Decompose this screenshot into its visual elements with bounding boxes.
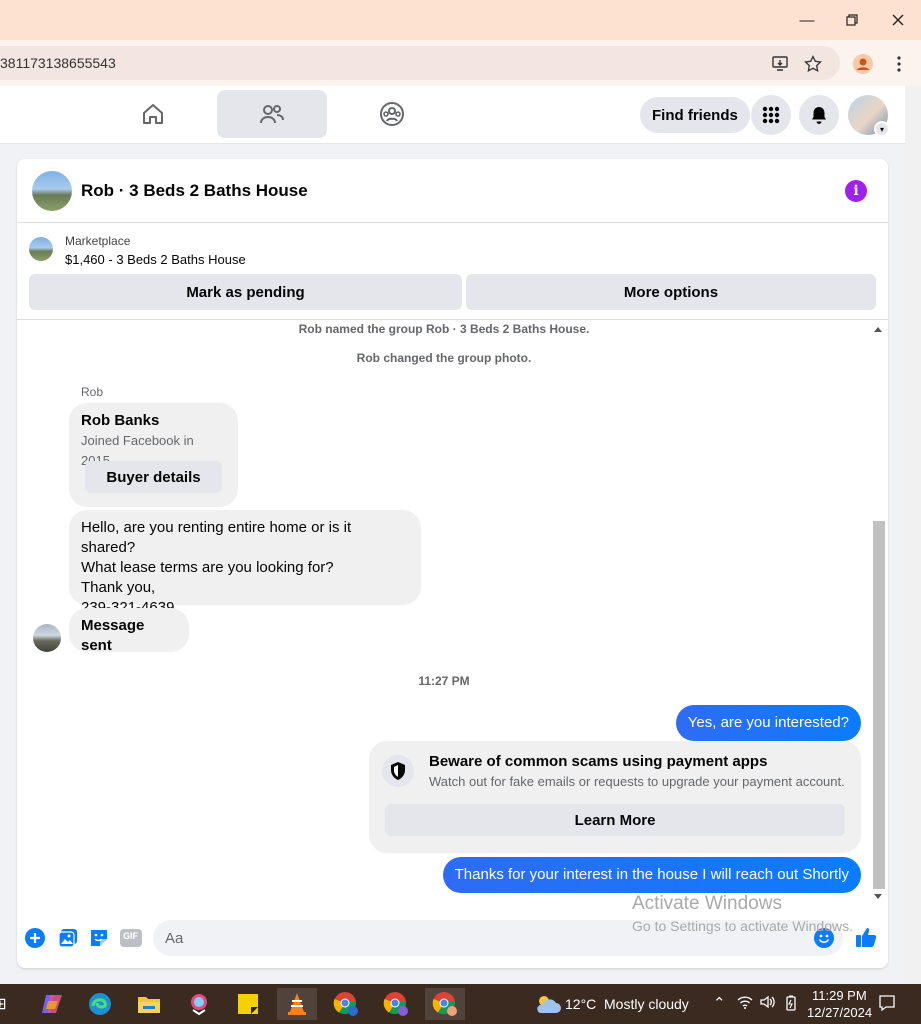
gif-icon[interactable]: GIF [120,928,142,948]
gif-label: GIF [123,931,138,941]
grid-icon [762,106,780,124]
home-tab[interactable] [98,90,208,138]
chrome-profile-c-icon[interactable] [425,988,465,1020]
learn-more-button[interactable]: Learn More [385,804,845,836]
sticky-notes-icon[interactable] [228,988,268,1020]
windows-taskbar: ⊞ 12°C Mostly cloudy ⌃ 11:29 PM 12/27/20… [0,984,921,1024]
weather-temperature[interactable]: 12°C [565,996,596,1012]
message-line: Thank you, [81,579,156,596]
snipping-tool-icon[interactable] [179,988,219,1020]
listing-price-title: $1,460 - 3 Beds 2 Baths House [65,252,246,267]
mark-as-pending-button[interactable]: Mark as pending [29,274,462,310]
system-message: Rob named the group Rob · 3 Beds 2 Baths… [298,322,590,336]
shield-icon [382,755,414,787]
bell-icon [812,107,826,124]
group-avatar[interactable] [32,171,72,211]
url-field[interactable]: 381173138655543 [0,46,840,80]
install-app-icon[interactable] [770,53,792,75]
minimize-icon[interactable]: — [785,6,829,34]
listing-thumbnail [29,237,53,261]
volume-icon[interactable] [760,995,776,1012]
page-scrollbar[interactable] [905,86,921,984]
close-icon[interactable] [876,6,920,34]
chat-title[interactable]: Rob · 3 Beds 2 Baths House [81,181,308,201]
photo-icon[interactable] [58,928,78,948]
incoming-message[interactable]: Hello, are you renting entire home or is… [69,510,421,616]
friends-icon [260,105,284,124]
system-message: Rob changed the group photo. [356,351,532,365]
plus-icon[interactable] [25,928,45,948]
friends-tab[interactable] [217,90,327,138]
message-sent-bubble[interactable]: Message sent [69,608,189,654]
weather-cloud-icon[interactable] [528,988,568,1020]
browser-titlebar: — [0,0,921,40]
clock-date[interactable]: 12/27/2024 [807,1005,872,1020]
sender-name: Rob [81,385,104,399]
profile-name: Rob Banks [81,412,160,429]
url-text: 381173138655543 [0,55,116,71]
messages-scroll-thumb[interactable] [873,521,885,889]
activate-windows-title: Activate Windows [632,893,782,914]
kebab-menu-icon[interactable] [888,53,910,75]
info-icon[interactable]: i [845,180,867,202]
menu-grid-button[interactable] [751,95,791,135]
find-friends-button[interactable]: Find friends [640,97,750,133]
like-thumb-icon[interactable] [855,926,877,948]
outgoing-message[interactable]: Yes, are you interested? [675,705,861,741]
scroll-up-arrow-icon[interactable] [874,327,882,332]
outgoing-message[interactable]: Thanks for your interest in the house I … [442,857,861,893]
activate-windows-subtitle: Go to Settings to activate Windows. [632,918,853,934]
timestamp: 11:27 PM [418,674,470,688]
notifications-button[interactable] [799,95,839,135]
header-divider [17,319,888,320]
scam-warning-card: Beware of common scams using payment app… [369,741,861,853]
bookmark-star-icon[interactable] [802,53,824,75]
home-icon [143,104,163,124]
profile-icon[interactable] [852,53,874,75]
message-line: What lease terms are you looking for? [81,559,334,576]
more-options-button[interactable]: More options [466,274,876,310]
chevron-up-icon[interactable]: ⌃ [713,994,726,1012]
composer-placeholder: Aa [165,929,184,947]
chrome-profile-a-icon[interactable] [326,988,366,1020]
copilot-icon[interactable] [32,988,72,1020]
marketplace-label: Marketplace [65,234,131,248]
battery-icon[interactable] [784,995,798,1014]
edge-browser-icon[interactable] [80,988,120,1020]
notification-center-icon[interactable] [878,994,896,1015]
chrome-profile-b-icon[interactable] [376,988,416,1020]
vlc-player-icon[interactable] [277,988,317,1020]
chat-header: Rob · 3 Beds 2 Baths House i [17,159,888,223]
chevron-down-icon[interactable]: ▾ [874,121,890,137]
wifi-icon[interactable] [737,995,753,1012]
scam-title: Beware of common scams using payment app… [429,753,768,770]
rob-avatar[interactable] [33,624,61,652]
sticker-icon[interactable] [89,928,109,948]
buyer-details-button[interactable]: Buyer details [85,461,222,493]
message-line: Hello, are you renting entire home or is… [81,519,352,556]
widgets-icon[interactable]: ⊞ [0,988,20,1020]
scam-text: Watch out for fake emails or requests to… [429,774,845,789]
marketplace-listing[interactable]: Marketplace $1,460 - 3 Beds 2 Baths Hous… [17,223,888,275]
groups-icon [380,102,404,126]
chat-window: Rob · 3 Beds 2 Baths House i Marketplace… [17,159,888,968]
facebook-navbar: Find friends ▾ [0,86,905,144]
weather-description[interactable]: Mostly cloudy [604,996,689,1012]
groups-tab[interactable] [337,90,447,138]
scroll-down-arrow-icon[interactable] [874,894,882,899]
file-explorer-icon[interactable] [129,988,169,1020]
restore-icon[interactable] [830,6,874,34]
clock-time[interactable]: 11:29 PM [812,988,867,1003]
